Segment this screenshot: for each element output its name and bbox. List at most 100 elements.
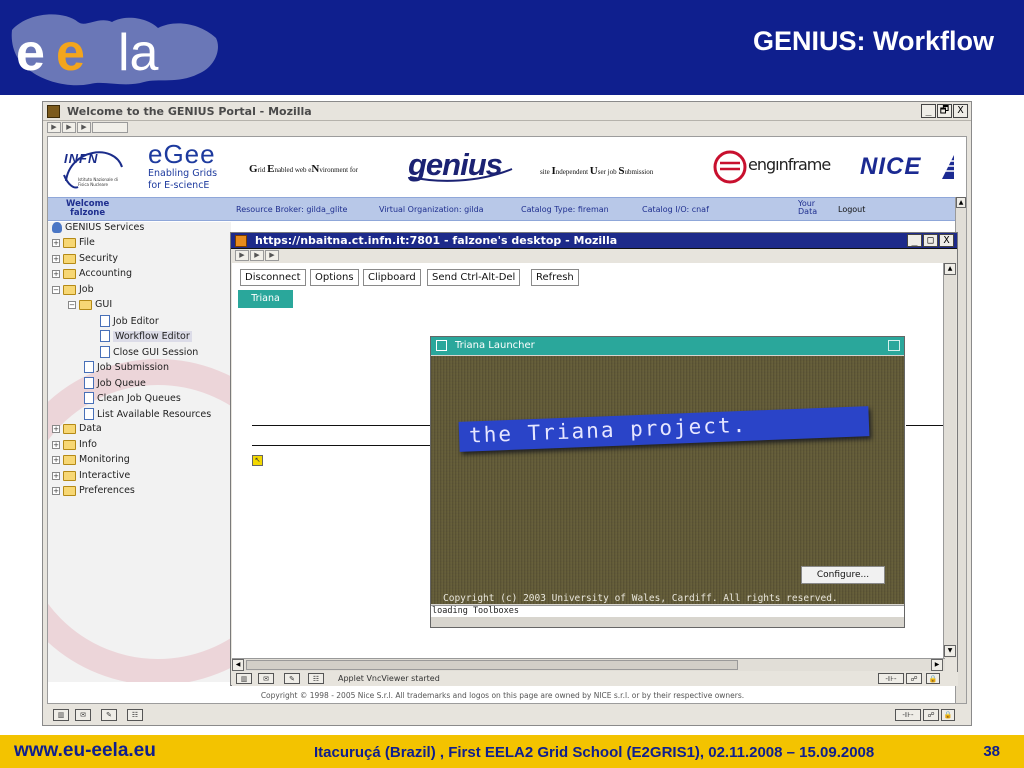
svg-text:e: e: [56, 24, 85, 82]
tree-item-security[interactable]: + Security: [52, 253, 118, 264]
configure-button[interactable]: Configure...: [801, 566, 885, 584]
tree-item-job-submission[interactable]: Job Submission: [84, 361, 169, 373]
your-data-link[interactable]: Your Data: [798, 200, 817, 216]
scroll-up-icon[interactable]: ▲: [956, 197, 966, 208]
catalog-type-link[interactable]: Catalog Type: fireman: [521, 205, 609, 214]
catalog-io-link[interactable]: Catalog I/O: cnaf: [642, 205, 709, 214]
enginframe-logo: engınframe: [712, 149, 837, 185]
launcher-titlebar: Triana Launcher: [431, 337, 904, 355]
scroll-left-icon[interactable]: ◀: [232, 659, 244, 671]
launcher-copyright: Copyright (c) 2003 University of Wales, …: [443, 593, 838, 604]
expand-icon: +: [52, 424, 60, 433]
nice-wordmark: NICE: [860, 153, 922, 180]
addressbook-icon[interactable]: ☷: [127, 709, 143, 721]
addressbook-icon[interactable]: ☷: [308, 673, 324, 684]
toolbar-grip-icon[interactable]: ▶: [62, 122, 76, 133]
folder-icon: [63, 454, 76, 465]
connection-icon: -⊪-: [878, 673, 904, 684]
mozilla-icon: [235, 235, 247, 247]
egee-wordmark: eGee: [148, 139, 216, 169]
scroll-up-icon[interactable]: ▲: [944, 263, 956, 275]
collapse-icon: −: [68, 300, 76, 309]
composer-icon[interactable]: ✎: [101, 709, 117, 721]
folder-icon: [63, 253, 76, 264]
page-number: 38: [983, 743, 1000, 760]
divider-line: [252, 445, 432, 446]
menu-icon[interactable]: ▥: [236, 673, 252, 684]
inner-titlebar: https://nbaitna.ct.infn.it:7801 - falzon…: [231, 233, 957, 249]
scroll-right-icon[interactable]: ▶: [931, 659, 943, 671]
scroll-down-icon[interactable]: ▼: [944, 645, 956, 657]
maximize-icon[interactable]: [888, 340, 900, 351]
launcher-splash-image: the Triana project. Configure... Copyrig…: [431, 356, 904, 604]
close-button[interactable]: X: [939, 234, 954, 247]
tree-root[interactable]: GENIUS Services: [52, 222, 144, 233]
maximize-button[interactable]: 🗗: [937, 104, 952, 118]
toolbar-grip-icon[interactable]: ▶: [235, 250, 249, 261]
vnc-horizontal-scrollbar[interactable]: ◀ ▶: [232, 658, 945, 671]
mail-icon[interactable]: ✉: [258, 673, 274, 684]
slide-header: e e la GENIUS: Workflow: [0, 0, 1024, 95]
minimize-button[interactable]: _: [907, 234, 922, 247]
infn-logo: INFN Istituto Nazionale di Fisica Nuclea…: [60, 141, 130, 193]
toolbar-grip-icon[interactable]: ▶: [250, 250, 264, 261]
triana-launcher-window: Triana Launcher the Triana project. Conf…: [430, 336, 905, 628]
tree-item-file[interactable]: + File: [52, 237, 95, 248]
menu-icon[interactable]: ▥: [53, 709, 69, 721]
tree-item-preferences[interactable]: + Preferences: [52, 485, 135, 496]
virtual-organization-link[interactable]: Virtual Organization: gilda: [379, 205, 484, 214]
toolbar-grip-icon[interactable]: ▶: [265, 250, 279, 261]
minimize-button[interactable]: _: [921, 104, 936, 118]
toolbar-grip-icon[interactable]: ▶: [77, 122, 91, 133]
document-icon: [100, 330, 110, 342]
tree-item-info[interactable]: + Info: [52, 439, 97, 450]
divider-line: [906, 425, 945, 426]
footer-url: www.eu-eela.eu: [14, 740, 156, 761]
tree-item-gui[interactable]: − GUI: [68, 299, 112, 310]
egee-tagline-2: for E-sciencE: [148, 180, 210, 191]
refresh-button[interactable]: Refresh: [531, 269, 579, 286]
outer-status-bar: ▥ ✉ ✎ ☷ -⊪- ☍ 🔒: [47, 707, 967, 724]
slide: e e la GENIUS: Workflow Welcome to the G…: [0, 0, 1024, 768]
document-icon: [84, 361, 94, 373]
tree-item-job[interactable]: − Job: [52, 284, 94, 295]
expand-icon: +: [52, 486, 60, 495]
expand-icon: +: [52, 269, 60, 278]
tree-item-data[interactable]: + Data: [52, 423, 102, 434]
composer-icon[interactable]: ✎: [284, 673, 300, 684]
vnc-vertical-scrollbar[interactable]: ▲ ▼: [943, 263, 956, 658]
tree-item-close-gui[interactable]: Close GUI Session: [100, 346, 198, 358]
scroll-thumb[interactable]: [246, 660, 738, 670]
tree-item-monitoring[interactable]: + Monitoring: [52, 454, 130, 465]
infn-name: INFN: [64, 151, 99, 166]
document-icon: [100, 315, 110, 327]
genius-logo: genius: [408, 147, 514, 187]
tree-item-list-resources[interactable]: List Available Resources: [84, 408, 211, 420]
tree-item-job-editor[interactable]: Job Editor: [100, 315, 159, 327]
expand-icon: +: [52, 455, 60, 464]
clipboard-button[interactable]: Clipboard: [363, 269, 421, 286]
tree-item-clean-job-queues[interactable]: Clean Job Queues: [84, 392, 181, 404]
window-menu-icon[interactable]: [436, 340, 447, 351]
resource-broker-link[interactable]: Resource Broker: gilda_glite: [236, 205, 347, 214]
options-button[interactable]: Options: [310, 269, 359, 286]
triana-tab[interactable]: Triana: [238, 290, 293, 308]
logout-link[interactable]: Logout: [838, 205, 865, 214]
tree-item-accounting[interactable]: + Accounting: [52, 268, 132, 279]
egee-logo: eGee Enabling Grids for E-sciencE: [146, 139, 236, 193]
toolbar-grip-icon[interactable]: ▶: [47, 122, 61, 133]
send-ctrl-alt-del-button[interactable]: Send Ctrl-Alt-Del: [427, 269, 521, 286]
folder-icon: [63, 268, 76, 279]
tree-item-interactive[interactable]: + Interactive: [52, 470, 130, 481]
mail-icon[interactable]: ✉: [75, 709, 91, 721]
maximize-button[interactable]: □: [923, 234, 938, 247]
close-button[interactable]: X: [953, 104, 968, 118]
document-icon: [84, 408, 94, 420]
open-folder-icon: [63, 284, 76, 295]
disconnect-button[interactable]: Disconnect: [240, 269, 306, 286]
tree-item-workflow-editor[interactable]: Workflow Editor: [100, 330, 192, 342]
toolbar-spacer: [92, 122, 128, 133]
siu-acronym-expansion: site Independent User job Submission: [540, 165, 654, 177]
tree-item-job-queue[interactable]: Job Queue: [84, 377, 146, 389]
portal-info-bar: Welcome falzone Resource Broker: gilda_g…: [48, 197, 957, 221]
